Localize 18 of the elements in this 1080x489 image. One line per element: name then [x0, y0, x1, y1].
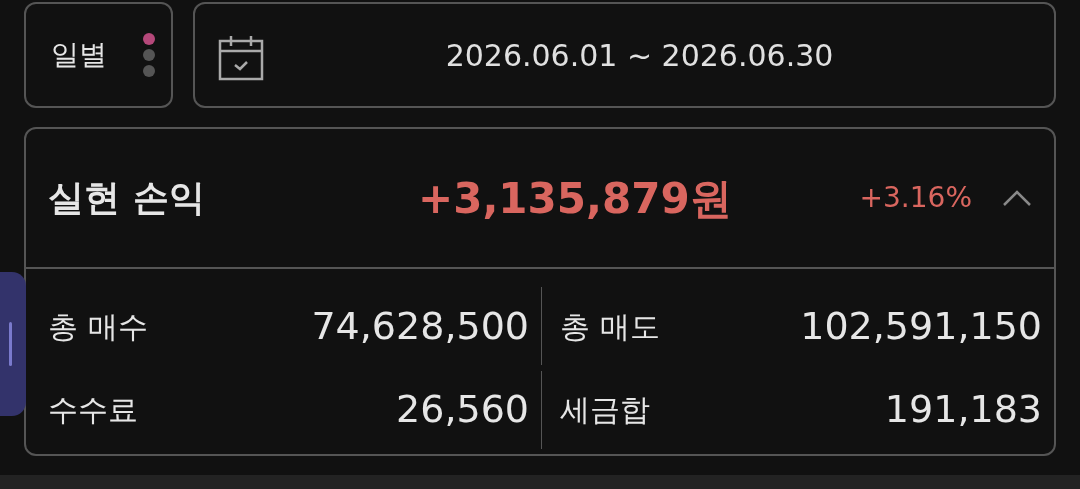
profit-amount: +3,135,879원 [418, 172, 732, 225]
date-range-field[interactable]: 2026.06.01 ~ 2026.06.30 [193, 2, 1056, 108]
stat-label: 세금합 [560, 391, 650, 429]
chevron-up-icon[interactable] [1002, 189, 1032, 207]
card-title: 실현 손익 [48, 176, 206, 220]
stat-value: 74,628,500 [311, 302, 529, 350]
stat-value: 26,560 [396, 386, 529, 433]
stat-label: 총 매수 [48, 307, 148, 346]
date-range-text: 2026.06.01 ~ 2026.06.30 [444, 36, 834, 75]
profit-rate: +3.16% [859, 180, 972, 216]
period-selector[interactable]: 일별 [24, 2, 173, 108]
stat-value: 102,591,150 [800, 302, 1042, 350]
grip-line [8, 322, 12, 366]
stat-label: 총 매도 [560, 307, 660, 346]
stat-value: 191,183 [884, 386, 1042, 433]
stat-label: 수수료 [48, 391, 138, 429]
calendar-icon [218, 35, 264, 81]
side-handle[interactable] [0, 272, 26, 416]
